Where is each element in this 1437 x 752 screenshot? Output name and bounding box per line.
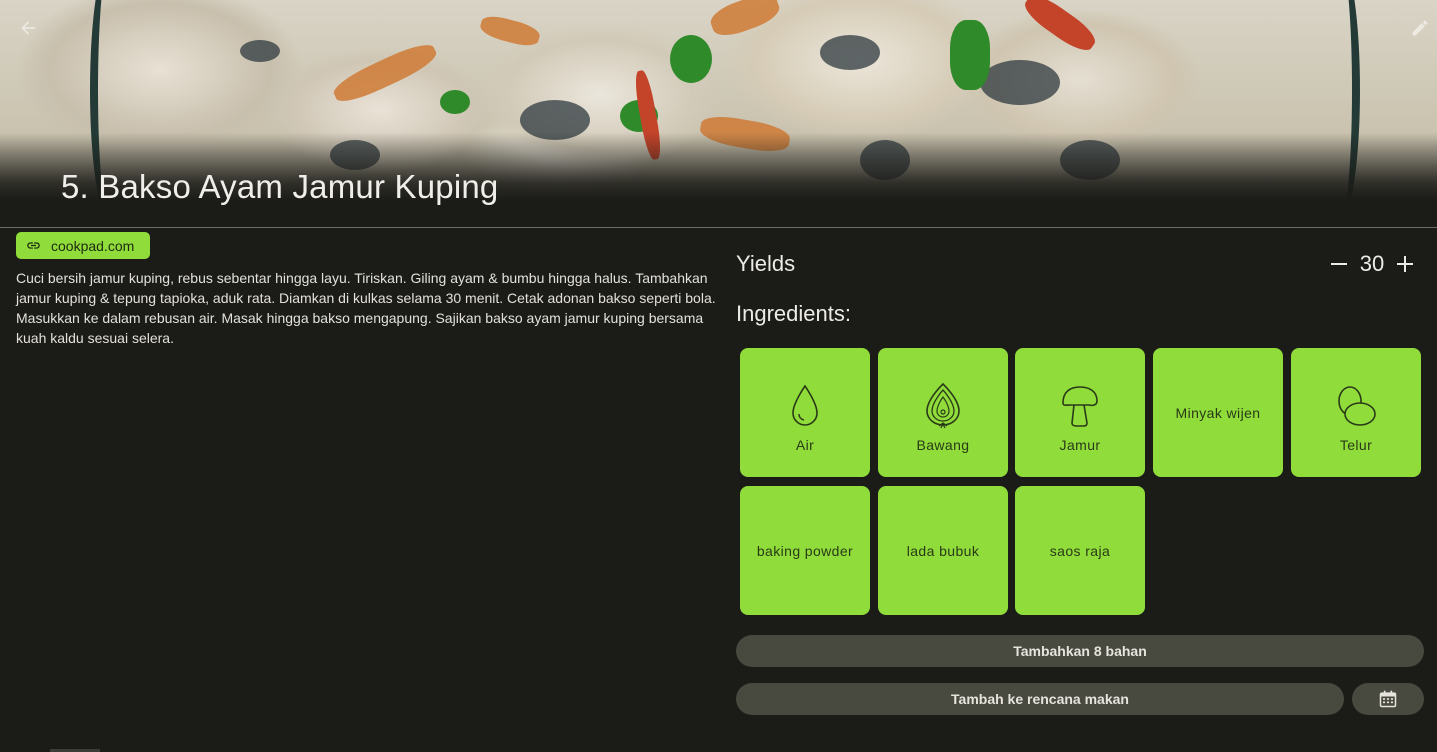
yields-label: Yields	[736, 251, 796, 276]
add-to-meal-plan-button[interactable]: Tambah ke rencana makan	[736, 683, 1344, 715]
arrow-left-icon	[21, 21, 35, 35]
ingredient-name: saos raja	[1049, 542, 1111, 559]
plus-icon	[1397, 256, 1413, 272]
calendar-icon	[1379, 690, 1397, 708]
link-icon	[27, 242, 40, 249]
ingredient-tile-telur[interactable]: Telur	[1291, 348, 1421, 477]
onion-icon	[926, 382, 960, 428]
ingredient-tile-baking-powder[interactable]: baking powder	[740, 486, 870, 615]
ingredient-tile-air[interactable]: Air	[740, 348, 870, 477]
ingredient-name: Air	[795, 436, 815, 453]
eggs-icon	[1338, 385, 1376, 426]
ingredient-name: Bawang	[916, 436, 970, 453]
mushroom-icon	[1062, 385, 1098, 427]
ingredient-tile-jamur[interactable]: Jamur	[1015, 348, 1145, 477]
calendar-button[interactable]	[1352, 683, 1424, 715]
ingredient-name: Minyak wijen	[1175, 404, 1261, 421]
minus-icon	[1331, 263, 1347, 265]
source-link-chip[interactable]: cookpad.com	[16, 232, 150, 259]
ingredient-name: baking powder	[756, 542, 854, 559]
water-drop-icon	[792, 384, 818, 426]
ingredient-tile-saos-raja[interactable]: saos raja	[1015, 486, 1145, 615]
recipe-title: 5. Bakso Ayam Jamur Kuping	[61, 168, 499, 205]
increase-yields-button[interactable]	[1392, 249, 1418, 279]
ingredient-tile-minyak-wijen[interactable]: Minyak wijen	[1153, 348, 1283, 477]
recipe-description: Cuci bersih jamur kuping, rebus sebentar…	[16, 270, 716, 346]
back-button[interactable]	[14, 14, 42, 42]
yields-stepper: 30	[1326, 249, 1418, 279]
divider	[0, 227, 1437, 228]
add-ingredients-button[interactable]: Tambahkan 8 bahan	[736, 635, 1424, 667]
edit-button[interactable]	[1406, 14, 1434, 42]
source-link-label: cookpad.com	[51, 237, 135, 254]
pencil-icon	[1412, 20, 1428, 36]
decrease-yields-button[interactable]	[1326, 249, 1352, 279]
ingredient-name: Telur	[1339, 436, 1373, 453]
ingredient-tile-lada-bubuk[interactable]: lada bubuk	[878, 486, 1008, 615]
yields-value: 30	[1359, 251, 1385, 276]
ingredient-name: lada bubuk	[906, 542, 980, 559]
ingredient-name: Jamur	[1059, 436, 1101, 453]
ingredients-label: Ingredients:	[736, 301, 851, 326]
ingredient-tile-bawang[interactable]: Bawang	[878, 348, 1008, 477]
